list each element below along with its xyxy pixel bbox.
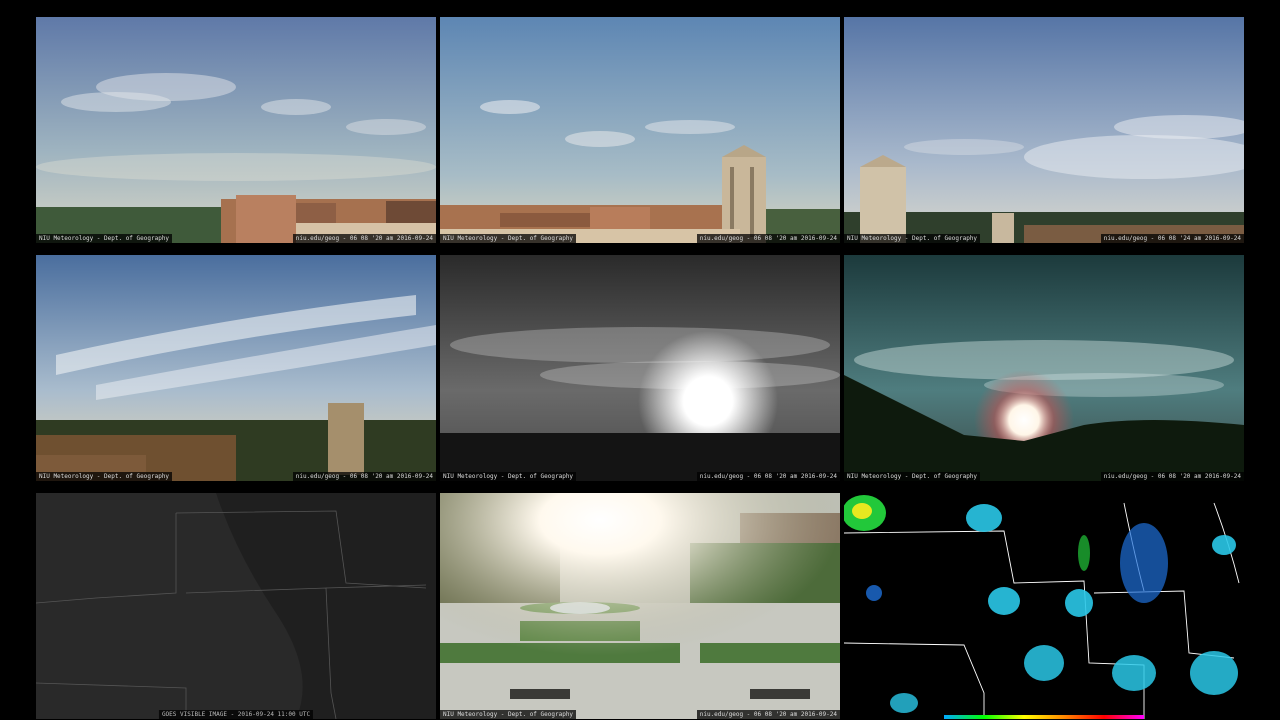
radar-image <box>844 493 1244 719</box>
webcam-tile-plaza[interactable]: NIU Meteorology - Dept. of Geography niu… <box>440 493 840 719</box>
webcam-image-east-color <box>844 255 1244 481</box>
webcam-tile-south[interactable]: NIU Meteorology - Dept. of Geography niu… <box>36 255 436 481</box>
webcam-tile-north[interactable]: NIU Meteorology - Dept. of Geography niu… <box>440 17 840 243</box>
webcam-tile-northeast[interactable]: NIU Meteorology - Dept. of Geography niu… <box>844 17 1244 243</box>
webcam-image-west <box>36 17 436 243</box>
caption-center: GOES VISIBLE IMAGE - 2016-09-24 11:00 UT… <box>158 710 314 719</box>
satellite-image <box>36 493 436 719</box>
webcam-image-north <box>440 17 840 243</box>
caption-right: niu.edu/geog - 06 08 '20 am 2016-09-24 <box>696 710 840 719</box>
caption-left: NIU Meteorology - Dept. of Geography <box>440 710 577 719</box>
caption-left: NIU Meteorology - Dept. of Geography <box>36 472 173 481</box>
caption-left: NIU Meteorology - Dept. of Geography <box>440 472 577 481</box>
caption-right: niu.edu/geog - 06 08 '24 am 2016-09-24 <box>1100 234 1244 243</box>
caption-left: NIU Meteorology - Dept. of Geography <box>440 234 577 243</box>
caption-left: NIU Meteorology - Dept. of Geography <box>36 234 173 243</box>
webcam-image-south <box>36 255 436 481</box>
radar-tile[interactable] <box>844 493 1244 719</box>
webcam-tile-east-color[interactable]: NIU Meteorology - Dept. of Geography niu… <box>844 255 1244 481</box>
satellite-tile[interactable]: GOES VISIBLE IMAGE - 2016-09-24 11:00 UT… <box>36 493 436 719</box>
caption-left: NIU Meteorology - Dept. of Geography <box>844 472 981 481</box>
caption-right: niu.edu/geog - 06 08 '20 am 2016-09-24 <box>292 234 436 243</box>
webcam-tile-west[interactable]: NIU Meteorology - Dept. of Geography niu… <box>36 17 436 243</box>
caption-right: niu.edu/geog - 06 08 '20 am 2016-09-24 <box>696 234 840 243</box>
caption-right: niu.edu/geog - 06 08 '20 am 2016-09-24 <box>292 472 436 481</box>
caption-left: NIU Meteorology - Dept. of Geography <box>844 234 981 243</box>
caption-right: niu.edu/geog - 06 08 '20 am 2016-09-24 <box>1100 472 1244 481</box>
webcam-image-east-bw <box>440 255 840 481</box>
caption-right: niu.edu/geog - 06 08 '20 am 2016-09-24 <box>696 472 840 481</box>
radar-color-scale <box>944 715 1144 719</box>
webcam-image-plaza <box>440 493 840 719</box>
webcam-tile-east-bw[interactable]: NIU Meteorology - Dept. of Geography niu… <box>440 255 840 481</box>
webcam-image-northeast <box>844 17 1244 243</box>
